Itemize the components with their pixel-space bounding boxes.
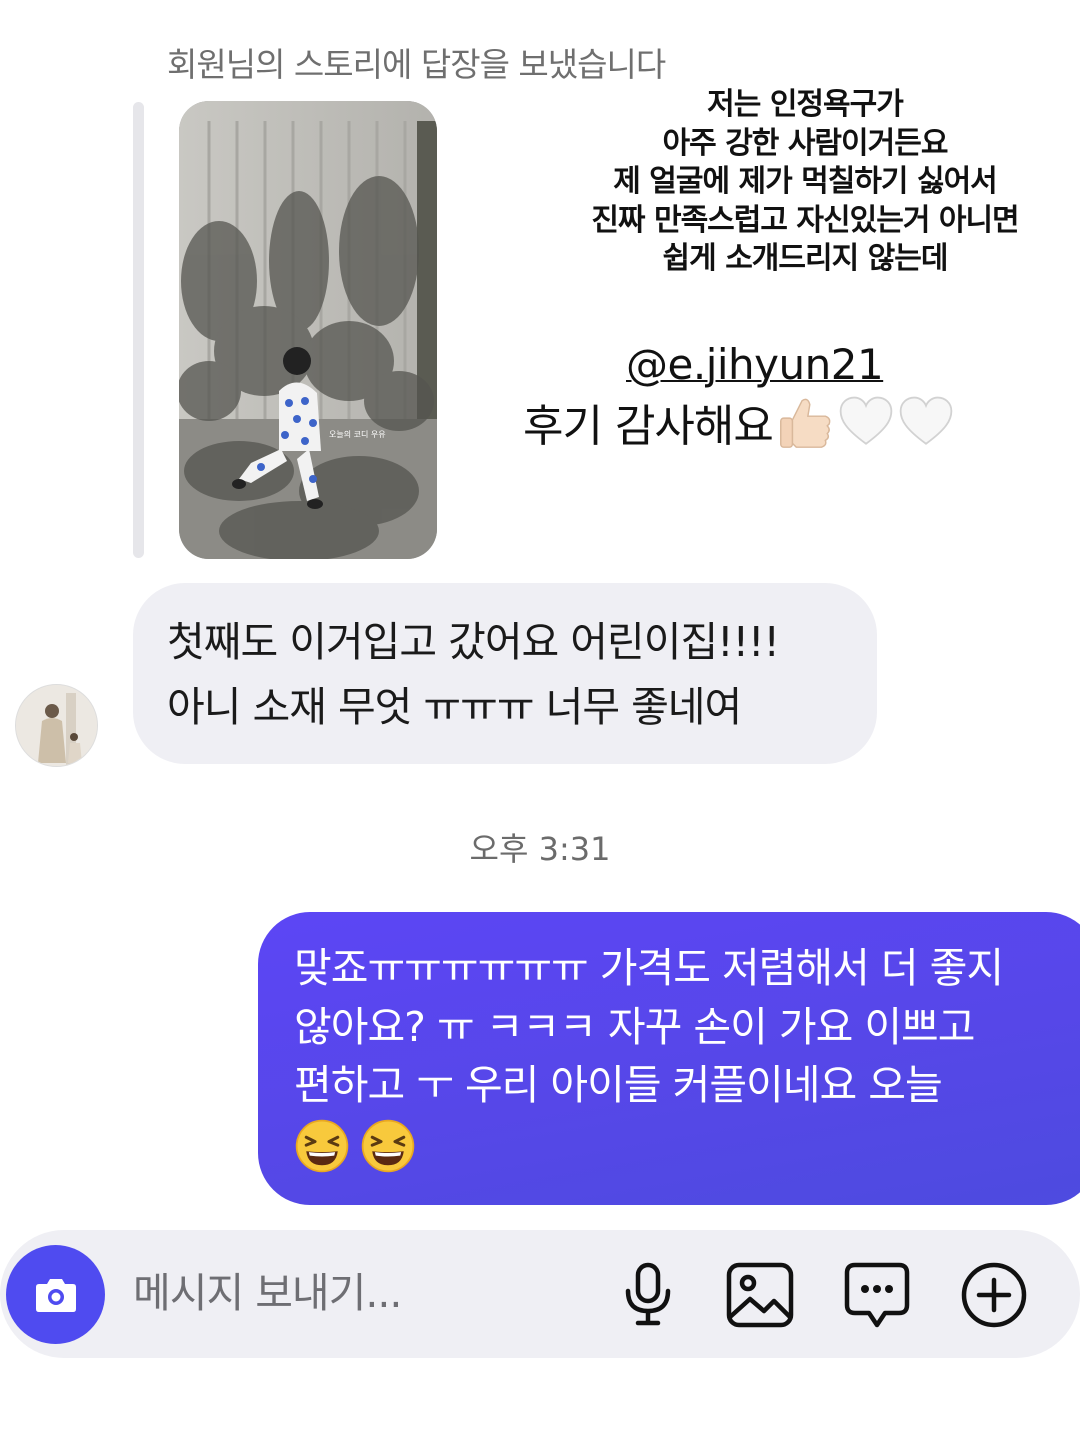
thumbs-up-icon [779,398,831,448]
story-caption-line: 아주 강한 사람이거든요 [662,125,949,161]
message-line: 맞죠ㅠㅠㅠㅠㅠㅠ 가격도 저렴해서 더 좋지 [294,944,1004,992]
story-caption: 저는 인정욕구가 아주 강한 사람이거든요 제 얼굴에 제가 먹칠하기 싫어서 … [540,86,1070,279]
story-thanks-text: 후기 감사해요 [523,390,955,454]
message-line: 아니 소재 무엇 ㅠㅠㅠ 너무 좋네여 [167,683,742,731]
incoming-message-bubble[interactable]: 첫째도 이거입고 갔어요 어린이집!!!! 아니 소재 무엇 ㅠㅠㅠ 너무 좋네… [133,583,877,764]
quote-bar [133,102,144,558]
avatar-photo [16,685,97,766]
plus-icon[interactable] [958,1259,1030,1331]
story-caption-line: 저는 인정욕구가 [707,87,904,122]
message-input[interactable] [133,1263,593,1323]
story-caption-line: 쉽게 소개드리지 않는데 [662,241,949,276]
grinning-squinting-face-icon [361,1119,415,1172]
story-thanks-label: 후기 감사해요 [523,401,774,452]
microphone-icon[interactable] [612,1259,684,1331]
story-overlay-text: 오늘의 코디 우유 [329,429,386,439]
message-timestamp: 오후 3:31 [469,830,611,868]
story-caption-line: 진짜 만족스럽고 자신있는거 아니면 [591,202,1019,238]
message-line: 편하고 ㅜ 우리 아이들 커플이네요 오늘 [294,1061,943,1109]
grinning-squinting-face-icon [295,1119,349,1172]
reply-context-label: 회원님의 스토리에 답장을 보냈습니다 [167,45,666,84]
story-caption-line: 제 얼굴에 제가 먹칠하기 싫어서 [613,164,998,199]
camera-button[interactable] [6,1245,105,1344]
camera-icon [35,1278,76,1312]
story-mention-link[interactable]: @e.jihyun21 [626,340,884,389]
story-photo: 오늘의 코디 우유 [179,101,437,559]
message-line: 첫째도 이거입고 갔어요 어린이집!!!! [167,618,780,666]
sticker-chat-icon[interactable] [841,1259,913,1331]
sender-avatar[interactable] [15,684,98,767]
white-heart-icon [839,396,893,445]
message-line: 않아요? ㅠ ㅋㅋㅋ 자꾸 손이 가요 이쁘고 [294,1002,975,1051]
white-heart-icon [899,396,953,445]
outgoing-message-bubble[interactable]: 맞죠ㅠㅠㅠㅠㅠㅠ 가격도 저렴해서 더 좋지 않아요? ㅠ ㅋㅋㅋ 자꾸 손이 … [258,912,1080,1205]
image-icon[interactable] [724,1259,796,1331]
story-thumbnail[interactable]: 오늘의 코디 우유 [179,101,437,559]
